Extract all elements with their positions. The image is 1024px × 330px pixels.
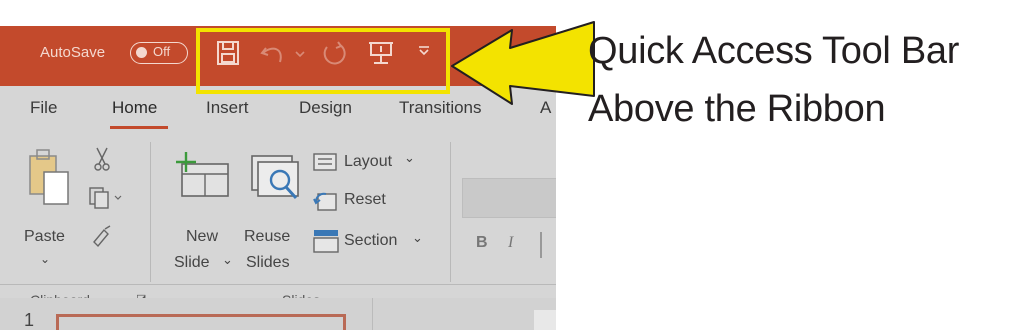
- callout-arrow: [451, 21, 595, 105]
- group-divider: [150, 142, 151, 282]
- paste-dropdown-icon[interactable]: ⌄: [40, 252, 50, 266]
- font-name-box[interactable]: [462, 178, 556, 218]
- layout-label[interactable]: Layout: [344, 153, 392, 171]
- autosave-state: Off: [153, 44, 171, 59]
- slide-panel: 1: [0, 298, 556, 330]
- ribbon: Paste ⌄ New Slide ⌄ Reuse Slides Layout …: [0, 130, 556, 320]
- toggle-knob: [136, 47, 147, 58]
- slide-canvas-edge: [534, 310, 556, 330]
- layout-icon: [313, 153, 337, 171]
- underline-button-edge: [540, 232, 542, 258]
- panel-divider: [372, 298, 373, 330]
- format-painter-icon: [93, 225, 111, 248]
- reuse-slides-label-2: Slides: [246, 254, 290, 271]
- tab-insert[interactable]: Insert: [206, 98, 249, 118]
- new-slide-label-2: Slide: [174, 254, 210, 271]
- tab-design[interactable]: Design: [299, 98, 352, 118]
- reuse-slides-icon: [251, 155, 299, 200]
- autosave-label: AutoSave: [40, 44, 106, 61]
- slide-number: 1: [24, 310, 35, 330]
- reset-button[interactable]: [312, 190, 338, 217]
- ribbon-separator: [0, 284, 556, 285]
- layout-dropdown-icon: ⌄: [404, 150, 415, 165]
- paste-label: Paste: [24, 228, 65, 245]
- italic-button[interactable]: I: [508, 234, 513, 252]
- new-slide-button[interactable]: [172, 150, 232, 203]
- new-slide-dropdown-icon: ⌄: [222, 252, 233, 267]
- active-tab-indicator: [110, 126, 168, 129]
- copy-icon: [89, 187, 122, 209]
- section-icon: [313, 230, 339, 253]
- cut-button[interactable]: [92, 146, 112, 177]
- annotation-line-2: Above the Ribbon: [588, 88, 886, 130]
- bold-button[interactable]: B: [476, 234, 488, 252]
- copy-button[interactable]: [88, 186, 124, 217]
- annotation-line-1: Quick Access Tool Bar: [588, 30, 960, 72]
- reset-label[interactable]: Reset: [344, 191, 386, 209]
- group-divider: [450, 142, 451, 282]
- scissors-icon: [94, 147, 110, 171]
- autosave-toggle[interactable]: Off: [130, 42, 188, 64]
- new-slide-icon: [176, 152, 229, 197]
- section-dropdown-icon: ⌄: [412, 230, 423, 245]
- tab-file[interactable]: File: [30, 98, 57, 118]
- reuse-slides-button[interactable]: [246, 152, 302, 207]
- reset-icon: [313, 192, 337, 211]
- reuse-slides-label-1: Reuse: [244, 228, 291, 245]
- tab-home[interactable]: Home: [112, 98, 157, 118]
- format-painter-button[interactable]: [90, 224, 114, 253]
- layout-button[interactable]: [312, 152, 338, 177]
- clipboard-icon: [29, 149, 69, 205]
- paste-button[interactable]: [26, 148, 72, 215]
- section-label[interactable]: Section: [344, 232, 397, 250]
- slide-thumbnail[interactable]: [56, 314, 346, 330]
- qat-highlight-box: [196, 28, 450, 94]
- new-slide-label-1: New: [186, 228, 219, 245]
- section-button[interactable]: [312, 228, 340, 259]
